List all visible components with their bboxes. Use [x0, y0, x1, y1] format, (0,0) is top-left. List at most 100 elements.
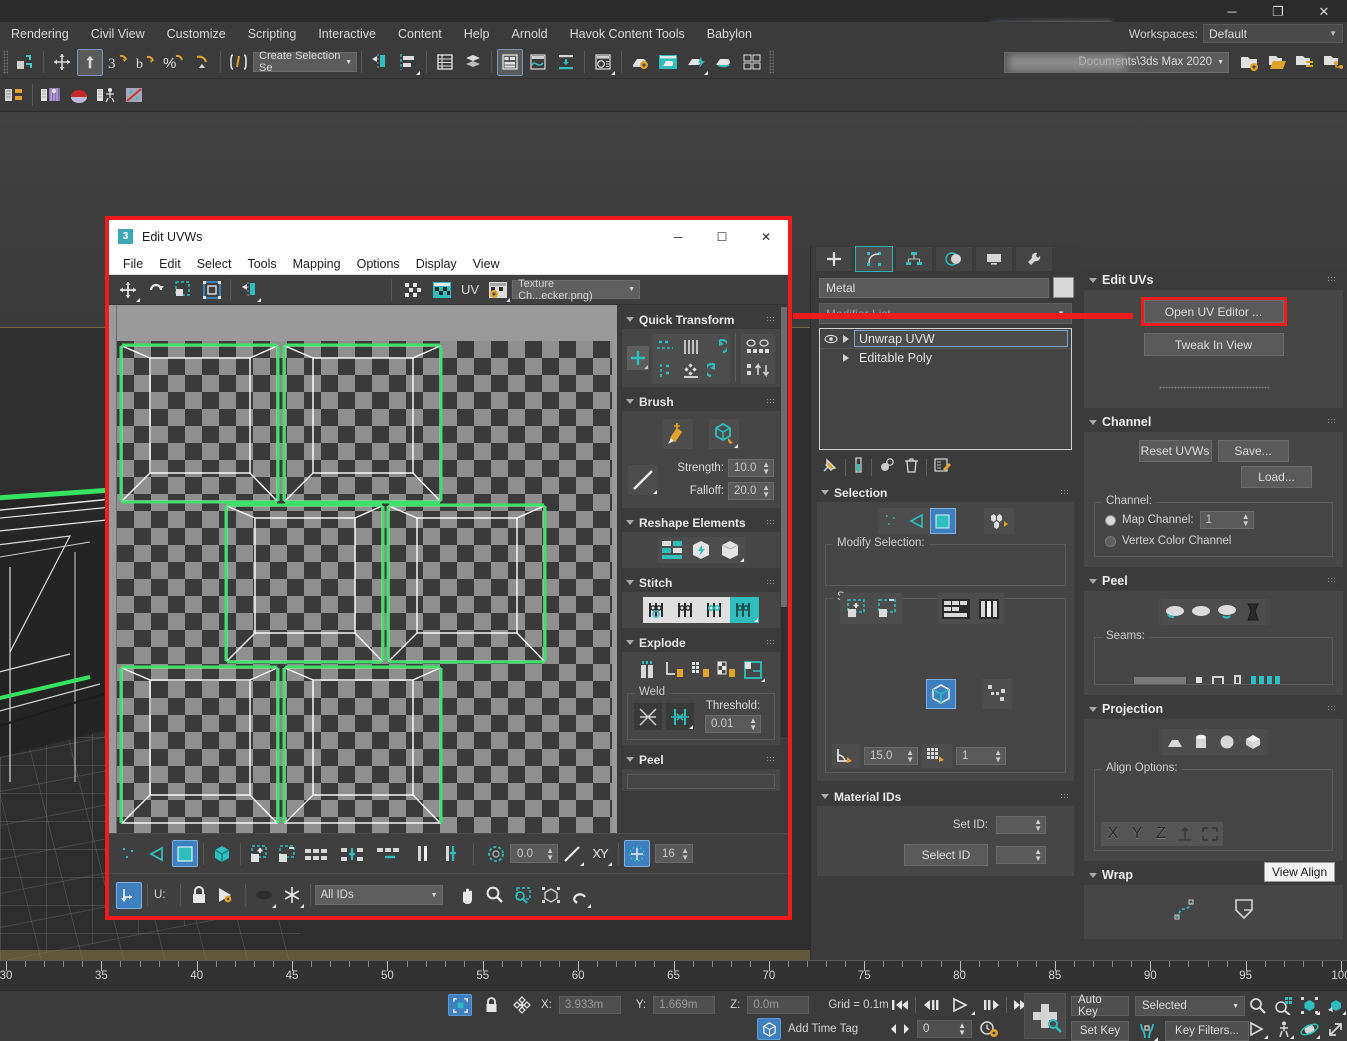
uvw-menu-edit[interactable]: Edit: [151, 255, 189, 273]
field-of-view-icon[interactable]: [1245, 1018, 1269, 1040]
motion-tab[interactable]: [935, 246, 973, 272]
paint-move-brush-icon[interactable]: [663, 419, 693, 449]
menu-customize[interactable]: Customize: [156, 24, 237, 44]
zoom-region-icon[interactable]: [510, 882, 536, 909]
uv-absolute-mode-icon[interactable]: [116, 882, 142, 909]
cylindrical-map-icon[interactable]: [1188, 729, 1214, 755]
select-id-button[interactable]: Select ID: [904, 844, 988, 866]
uv-vertex-mode-icon[interactable]: [116, 840, 142, 867]
explode-header[interactable]: Explode: [622, 633, 780, 652]
pelt-map-icon[interactable]: [1240, 599, 1266, 625]
best-align-icon[interactable]: [1173, 822, 1197, 846]
falloff-curve-icon[interactable]: [628, 465, 658, 495]
spinner-arrows-icon[interactable]: ▲▼: [749, 717, 757, 731]
weld-threshold-spinner[interactable]: 0.01 ▲▼: [705, 715, 761, 733]
quick-render-icon[interactable]: [683, 49, 709, 76]
toolbar-grip[interactable]: [3, 50, 8, 74]
space-horizontal-icon[interactable]: [678, 334, 704, 360]
edit-uvws-titlebar[interactable]: 3 Edit UVWs ─ ☐ ✕: [109, 220, 788, 253]
modifier-stack-item-editable-poly[interactable]: Editable Poly: [820, 348, 1071, 367]
uvw-menu-mapping[interactable]: Mapping: [285, 255, 349, 273]
stitch-custom-icon[interactable]: [643, 597, 672, 623]
vertex-mode-icon[interactable]: [878, 508, 904, 534]
uvw-menu-options[interactable]: Options: [349, 255, 408, 273]
move-center-icon[interactable]: [627, 346, 649, 370]
auto-key-button[interactable]: Auto Key: [1071, 996, 1129, 1016]
selection-set-combo[interactable]: Create Selection Se ▼: [253, 52, 357, 72]
align-x-button[interactable]: X: [1101, 822, 1125, 846]
workspaces-dropdown[interactable]: Default ▼: [1203, 24, 1343, 43]
tweak-in-view-button[interactable]: Tweak In View: [1144, 333, 1284, 356]
snap-magnet-icon[interactable]: [566, 882, 592, 909]
stitch-selected-icon[interactable]: [672, 597, 701, 623]
key-mode-toggle-icon[interactable]: [888, 1018, 912, 1040]
menu-civil-view[interactable]: Civil View: [80, 24, 156, 44]
material-editor-icon[interactable]: [590, 49, 616, 76]
pan-icon[interactable]: [454, 882, 480, 909]
select-by-material-icon[interactable]: [922, 744, 952, 768]
set-key-big-button[interactable]: [1024, 993, 1066, 1039]
angle-snap-icon[interactable]: [189, 49, 215, 76]
stitch-header[interactable]: Stitch: [622, 573, 780, 592]
show-map-icon[interactable]: [429, 276, 455, 303]
align-horizontal-icon[interactable]: [652, 334, 678, 360]
expand-triangle-icon[interactable]: [843, 354, 849, 362]
select-by-element-uv-icon[interactable]: [926, 679, 956, 709]
key-filters-button[interactable]: Key Filters...: [1165, 1021, 1249, 1041]
uv-ring-icon[interactable]: [410, 840, 436, 867]
face-mode-icon[interactable]: [930, 508, 956, 534]
project-settings-icon[interactable]: [1236, 49, 1262, 76]
populate-crowd-icon[interactable]: [38, 82, 64, 109]
time-configuration-icon[interactable]: [977, 1018, 1001, 1040]
spinner-arrows-icon[interactable]: ▲▼: [546, 847, 554, 861]
scrollbar-thumb[interactable]: [781, 307, 787, 607]
asset-tracking-icon[interactable]: [1, 82, 27, 109]
uv-snap-grid-icon[interactable]: [624, 840, 650, 867]
edit-uvws-maximize-button[interactable]: ☐: [700, 220, 744, 253]
vertex-color-channel-radio[interactable]: [1105, 536, 1116, 547]
spinner-arrows-icon[interactable]: ▲▼: [994, 749, 1002, 763]
box-map-icon[interactable]: [1240, 729, 1266, 755]
uv-grid-size-field[interactable]: 16 ▲▼: [655, 844, 693, 863]
view-align-icon[interactable]: [1197, 822, 1223, 846]
select-and-link-icon[interactable]: [12, 49, 38, 76]
set-id-spinner[interactable]: ▲▼: [996, 816, 1046, 834]
scene-explorer-icon[interactable]: [497, 49, 523, 76]
select-by-angle-icon[interactable]: [832, 744, 860, 768]
align-icon[interactable]: [395, 49, 421, 76]
uvw-menu-select[interactable]: Select: [189, 255, 240, 273]
uv-loop-expand-icon[interactable]: [302, 840, 336, 867]
zoom-viewport-icon[interactable]: [1245, 994, 1269, 1016]
layers-stack-icon[interactable]: [460, 49, 486, 76]
uv-loop-remove-icon[interactable]: [374, 840, 408, 867]
modify-tab[interactable]: [855, 246, 893, 272]
zoom-extents-icon[interactable]: [538, 882, 564, 909]
render-tiles-icon[interactable]: [739, 49, 765, 76]
spinner-arrows-icon[interactable]: ▲▼: [906, 749, 914, 763]
play-animation-icon[interactable]: [946, 994, 976, 1016]
show-map-checker-icon[interactable]: [401, 276, 427, 303]
peel-header[interactable]: Peel: [1084, 571, 1343, 591]
percent-snap-icon[interactable]: %: [161, 49, 187, 76]
window-close-button[interactable]: ✕: [1301, 0, 1347, 22]
pin-stack-icon[interactable]: [821, 457, 838, 477]
spinner-arrows-icon[interactable]: ▲▼: [762, 461, 770, 475]
relax-grid-icon[interactable]: [678, 358, 704, 384]
uv-xy-axis-icon[interactable]: XY: [587, 840, 613, 867]
peel-header-uvw[interactable]: Peel: [622, 750, 780, 769]
curve-editor-icon[interactable]: [525, 49, 551, 76]
relax-icon[interactable]: [716, 537, 745, 563]
key-mode-combo[interactable]: Selected ▼: [1135, 996, 1245, 1016]
uv-ring-add-icon[interactable]: [438, 840, 464, 867]
biped-icon[interactable]: [94, 82, 120, 109]
hair-and-fur-icon[interactable]: [66, 82, 92, 109]
loop-uv-icon[interactable]: [938, 593, 974, 624]
edge-mode-icon[interactable]: [904, 508, 930, 534]
set-key-button[interactable]: Set Key: [1071, 1021, 1129, 1041]
break-by-smoothing-icon[interactable]: [688, 657, 714, 683]
rendered-frame-window-icon[interactable]: [655, 49, 681, 76]
hierarchy-tab[interactable]: [895, 246, 933, 272]
weld-selected-icon[interactable]: [634, 703, 662, 730]
schematic-view-icon[interactable]: [553, 49, 579, 76]
scale-icon[interactable]: b: [133, 49, 159, 76]
